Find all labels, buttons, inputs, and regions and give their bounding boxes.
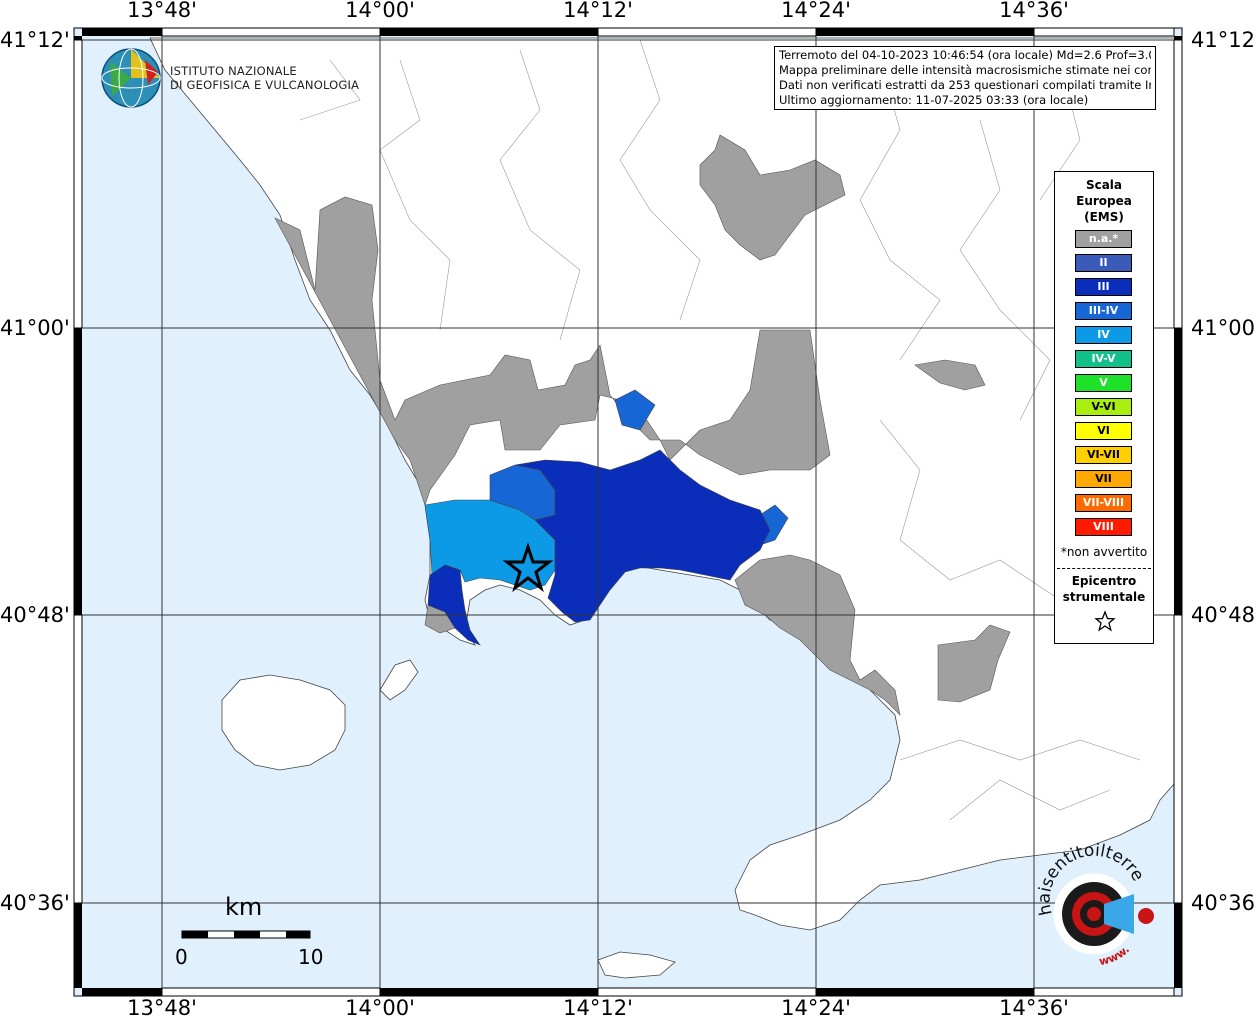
lat-label-right-3: 40°48' bbox=[1191, 603, 1256, 627]
event-info-box: Terremoto del 04-10-2023 10:46:54 (ora l… bbox=[774, 46, 1156, 110]
scale-max: 10 bbox=[298, 945, 324, 969]
lon-label-bottom-4: 14°24' bbox=[781, 996, 851, 1020]
lon-label-top-5: 14°36' bbox=[999, 0, 1069, 22]
scale-min: 0 bbox=[175, 945, 188, 969]
legend-item: II bbox=[1075, 254, 1132, 272]
lon-label-bottom-5: 14°36' bbox=[999, 996, 1069, 1020]
legend-epicentre-label: Epicentro strumentale bbox=[1055, 573, 1153, 605]
legend-title-1: Scala bbox=[1085, 178, 1123, 192]
ingv-globe-logo bbox=[101, 48, 161, 108]
scale-bar bbox=[181, 930, 311, 939]
lon-label-bottom-2: 14°00' bbox=[345, 996, 415, 1020]
lat-label-left-3: 40°48' bbox=[0, 603, 70, 627]
ingv-line-2: DI GEOFISICA E VULCANOLOGIA bbox=[170, 78, 360, 92]
lat-label-right-2: 41°00' bbox=[1191, 316, 1256, 340]
lat-label-left-1: 41°12' bbox=[0, 28, 70, 52]
lat-label-left-4: 40°36' bbox=[0, 891, 70, 915]
info-line-3: Dati non verificati estratti da 253 ques… bbox=[779, 78, 1151, 92]
info-line-4: Ultimo aggiornamento: 11-07-2025 03:33 (… bbox=[779, 93, 1089, 107]
ingv-logo-text: ISTITUTO NAZIONALE DI GEOFISICA E VULCAN… bbox=[170, 64, 359, 92]
legend-title-3: (EMS) bbox=[1084, 210, 1124, 224]
legend-item: VII bbox=[1075, 470, 1132, 488]
legend-item: IV-V bbox=[1075, 350, 1132, 368]
scale-unit: km bbox=[225, 893, 263, 921]
legend-item: III bbox=[1075, 278, 1132, 296]
lon-label-top-1: 13°48' bbox=[127, 0, 197, 22]
legend-item: V bbox=[1075, 374, 1132, 392]
lat-label-right-4: 40°36' bbox=[1191, 891, 1256, 915]
lon-label-top-3: 14°12' bbox=[563, 0, 633, 22]
legend-epicentre-1: Epicentro bbox=[1071, 574, 1137, 588]
legend-item: IV bbox=[1075, 326, 1132, 344]
legend-title-2: Europea bbox=[1076, 194, 1132, 208]
legend-item: VII-VIII bbox=[1075, 494, 1132, 512]
legend-note: *non avvertito bbox=[1060, 545, 1148, 559]
intensity-legend: Scala Europea (EMS) n.a.* II III III-IV IV IV… bbox=[1054, 171, 1154, 644]
info-line-1: Terremoto del 04-10-2023 10:46:54 (ora l… bbox=[779, 48, 1151, 62]
legend-epicentre-2: strumentale bbox=[1062, 590, 1146, 604]
lon-label-bottom-1: 13°48' bbox=[127, 996, 197, 1020]
legend-item: VIII bbox=[1075, 518, 1132, 536]
legend-item: III-IV bbox=[1075, 302, 1132, 320]
ingv-line-1: ISTITUTO NAZIONALE bbox=[170, 64, 297, 78]
legend-item: VI-VII bbox=[1075, 446, 1132, 464]
lon-label-bottom-3: 14°12' bbox=[563, 996, 633, 1020]
star-icon bbox=[1094, 610, 1116, 632]
lon-label-top-2: 14°00' bbox=[345, 0, 415, 22]
lat-label-right-1: 41°12' bbox=[1191, 28, 1256, 52]
legend-title: Scala Europea (EMS) bbox=[1055, 177, 1153, 225]
info-line-2: Mappa preliminare delle intensità macros… bbox=[779, 63, 1151, 77]
lat-label-left-2: 41°00' bbox=[0, 316, 70, 340]
lon-label-top-4: 14°24' bbox=[781, 0, 851, 22]
legend-separator bbox=[1057, 568, 1151, 569]
legend-item: V-VI bbox=[1075, 398, 1132, 416]
legend-item: n.a.* bbox=[1075, 230, 1132, 248]
legend-item: VI bbox=[1075, 422, 1132, 440]
